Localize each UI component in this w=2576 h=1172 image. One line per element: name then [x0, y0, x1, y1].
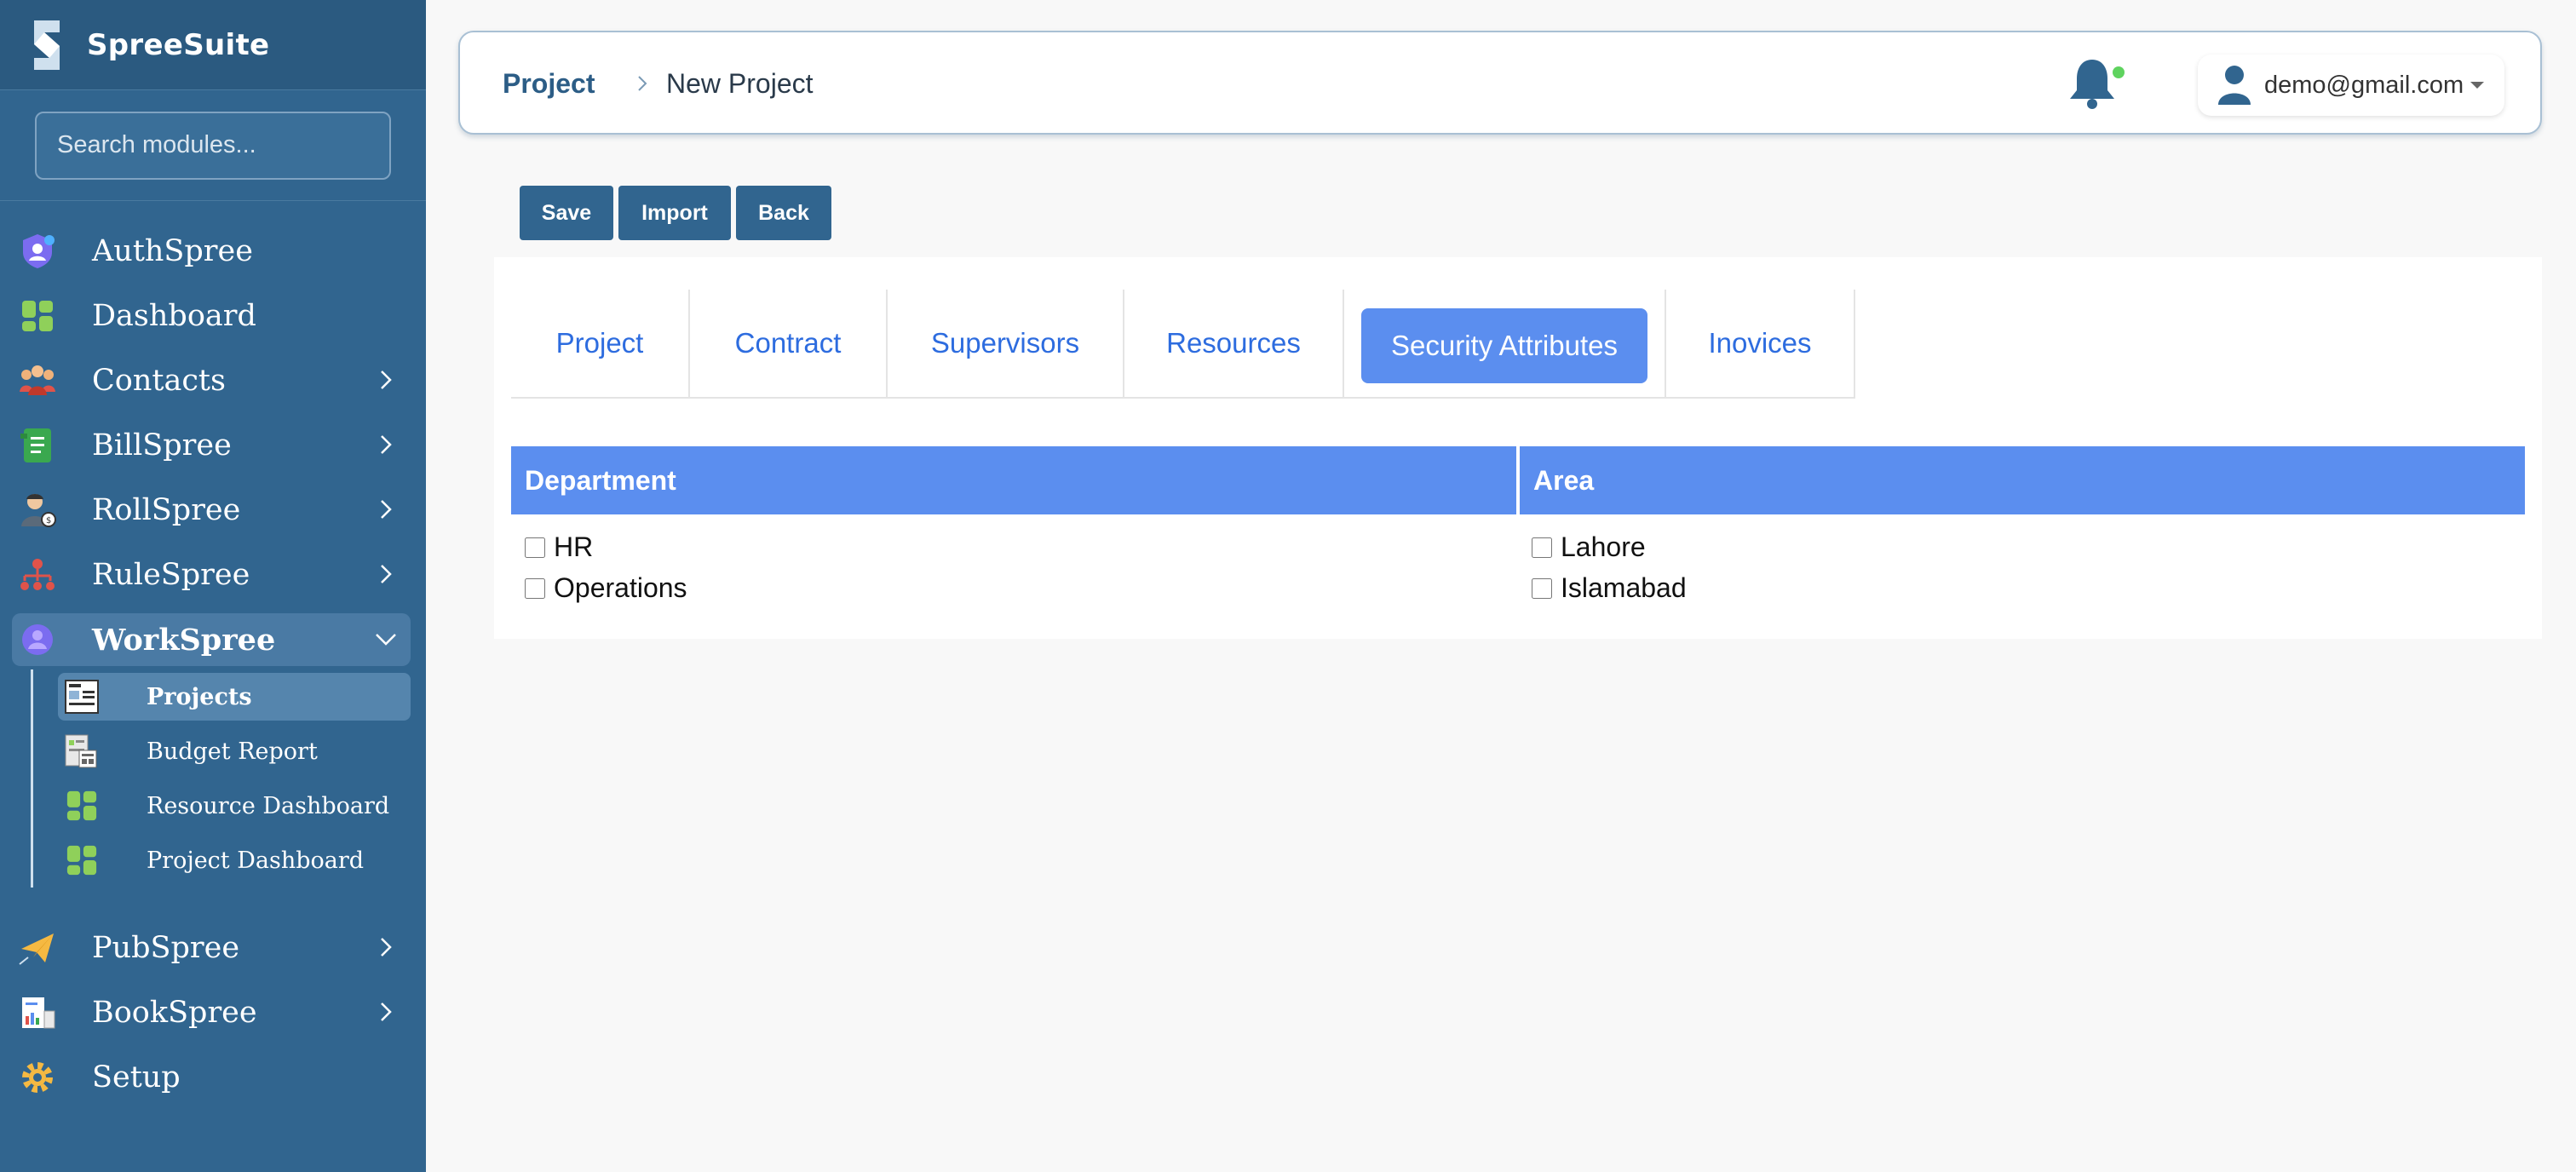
top-header: Project New Project demo@gmail.com: [458, 31, 2542, 135]
area-header: Area: [1520, 446, 2525, 514]
sidebar-item-label: AuthSpree: [92, 234, 253, 268]
department-hr-checkbox[interactable]: [525, 537, 545, 558]
sidebar-subitem-label: Budget Report: [147, 738, 318, 765]
sidebar-subitem-resource-dashboard[interactable]: Resource Dashboard: [58, 782, 411, 830]
sidebar-item-billspree[interactable]: BillSpree: [12, 419, 411, 472]
workspree-icon: [17, 619, 58, 660]
sidebar-item-contacts[interactable]: Contacts: [12, 354, 411, 407]
dashboard-icon: [63, 787, 101, 824]
breadcrumb-current: New Project: [666, 68, 814, 99]
chevron-right-icon: [381, 435, 392, 454]
budget-report-icon: [63, 732, 101, 770]
user-icon: [2218, 66, 2251, 105]
area-islamabad-checkbox[interactable]: [1532, 577, 1552, 599]
svg-text:$: $: [46, 516, 51, 526]
tab-supervisors[interactable]: Supervisors: [888, 290, 1124, 399]
project-doc-icon: [63, 678, 101, 715]
sidebar-item-label: PubSpree: [92, 931, 240, 965]
department-option-hr[interactable]: HR: [525, 531, 593, 563]
sidebar-subitem-label: Projects: [147, 683, 252, 710]
project-form-panel: Project Contract Supervisors Resources S…: [494, 257, 2542, 639]
chevron-right-icon: [381, 500, 392, 519]
submenu-guide-line: [31, 669, 33, 888]
contacts-icon: [17, 360, 58, 401]
sidebar-item-label: RuleSpree: [92, 558, 250, 592]
notification-bell-icon[interactable]: [2067, 56, 2118, 111]
chevron-right-icon: [381, 371, 392, 389]
area-lahore-checkbox[interactable]: [1532, 537, 1552, 558]
department-operations-checkbox[interactable]: [525, 577, 545, 599]
user-menu[interactable]: demo@gmail.com: [2198, 55, 2504, 116]
app-name: SpreeSuite: [87, 27, 270, 62]
sidebar-item-authspree[interactable]: AuthSpree: [12, 225, 411, 278]
sidebar-subitem-label: Resource Dashboard: [147, 792, 390, 819]
sidebar-item-label: WorkSpree: [92, 622, 276, 658]
tab-resources[interactable]: Resources: [1124, 290, 1344, 399]
bill-icon: [17, 425, 58, 466]
sidebar-item-bookspree[interactable]: BookSpree: [12, 986, 411, 1039]
save-button[interactable]: Save: [520, 186, 613, 240]
breadcrumb-root[interactable]: Project: [503, 68, 595, 100]
sidebar-subitem-projects[interactable]: Projects: [58, 673, 411, 721]
sidebar-subitem-budget-report[interactable]: Budget Report: [58, 727, 411, 775]
brand: SpreeSuite: [0, 0, 426, 90]
option-label: Islamabad: [1561, 572, 1687, 603]
sidebar-item-label: BillSpree: [92, 428, 232, 462]
tab-contract[interactable]: Contract: [690, 290, 888, 399]
shield-user-icon: [17, 231, 58, 272]
notification-status-dot: [2113, 66, 2125, 78]
tab-inovices[interactable]: Inovices: [1666, 290, 1855, 399]
breadcrumb-separator-icon: [638, 76, 647, 91]
chevron-right-icon: [381, 565, 392, 583]
search-input[interactable]: [57, 131, 378, 159]
sidebar-item-workspree[interactable]: WorkSpree: [12, 613, 411, 666]
department-header: Department: [511, 446, 1516, 514]
sidebar-subitem-label: Project Dashboard: [147, 847, 365, 874]
paper-plane-icon: [17, 928, 58, 968]
caret-down-icon: [2470, 82, 2485, 89]
area-option-lahore[interactable]: Lahore: [1532, 531, 1646, 563]
gear-icon: [17, 1057, 58, 1098]
chevron-down-icon: [376, 634, 396, 646]
dashboard-icon: [63, 842, 101, 879]
sidebar-item-rollspree[interactable]: $ RollSpree: [12, 484, 411, 537]
books-icon: [17, 992, 58, 1033]
sidebar-item-label: Dashboard: [92, 299, 256, 333]
option-label: HR: [554, 531, 594, 562]
sidebar: SpreeSuite AuthSpree Dashboard: [0, 0, 426, 1172]
back-button[interactable]: Back: [736, 186, 831, 240]
import-button[interactable]: Import: [618, 186, 731, 240]
chevron-right-icon: [381, 1003, 392, 1021]
sidebar-item-label: Contacts: [92, 364, 226, 398]
search-area: [0, 90, 426, 201]
tab-security-attributes[interactable]: Security Attributes: [1361, 308, 1647, 383]
sidebar-item-dashboard[interactable]: Dashboard: [12, 290, 411, 342]
sidebar-item-pubspree[interactable]: PubSpree: [12, 922, 411, 974]
sidebar-item-rulespree[interactable]: RuleSpree: [12, 549, 411, 601]
tab-project[interactable]: Project: [511, 290, 690, 399]
area-option-islamabad[interactable]: Islamabad: [1532, 572, 1687, 604]
option-label: Operations: [554, 572, 687, 603]
sidebar-item-label: Setup: [92, 1060, 181, 1094]
hierarchy-icon: [17, 554, 58, 595]
user-email: demo@gmail.com: [2264, 71, 2464, 99]
sidebar-item-setup[interactable]: Setup: [12, 1051, 411, 1104]
sidebar-item-label: BookSpree: [92, 996, 257, 1030]
search-box[interactable]: [35, 111, 391, 180]
sidebar-item-label: RollSpree: [92, 493, 241, 527]
dashboard-icon: [17, 296, 58, 336]
chevron-right-icon: [381, 938, 392, 957]
sidebar-subitem-project-dashboard[interactable]: Project Dashboard: [58, 836, 411, 884]
department-option-operations[interactable]: Operations: [525, 572, 687, 604]
payroll-icon: $: [17, 490, 58, 531]
spreesuite-logo-icon: [34, 20, 60, 70]
option-label: Lahore: [1561, 531, 1646, 562]
